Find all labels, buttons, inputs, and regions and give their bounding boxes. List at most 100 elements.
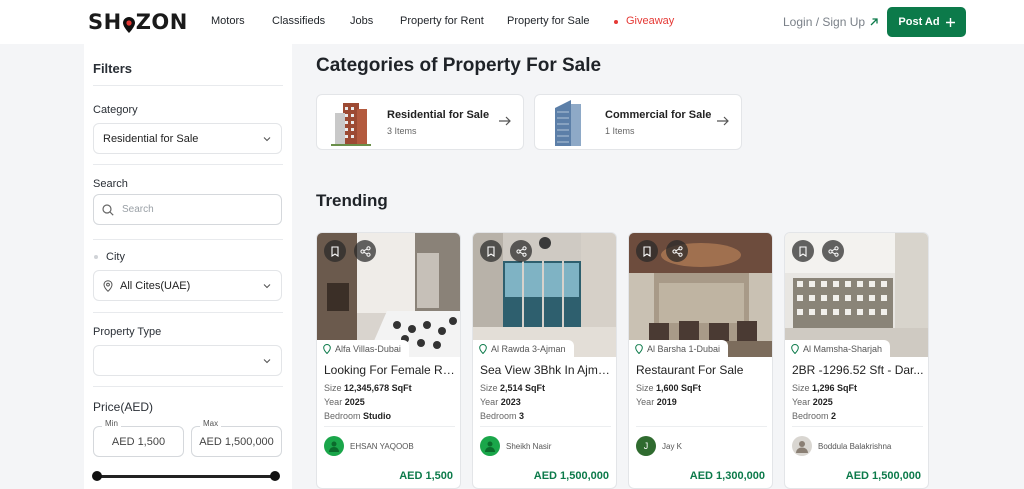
trending-title: Trending bbox=[316, 191, 388, 210]
listing-card[interactable]: Al Mamsha-Sharjah 2BR -1296.52 Sft - Dar… bbox=[784, 232, 929, 489]
seller-name: Sheikh Nasir bbox=[506, 441, 552, 451]
location-text: Alfa Villas-Dubai bbox=[335, 343, 401, 354]
category-label: Category bbox=[93, 104, 138, 116]
seller-name: EHSAN YAQOOB bbox=[350, 441, 414, 451]
listing-size: Size 12,345,678 SqFt bbox=[324, 383, 412, 393]
share-icon bbox=[671, 245, 683, 257]
nav-jobs[interactable]: Jobs bbox=[350, 15, 373, 27]
search-input[interactable]: Search bbox=[93, 194, 282, 225]
seller-info[interactable]: Sheikh Nasir bbox=[480, 436, 551, 456]
nav-classifieds[interactable]: Classifieds bbox=[272, 15, 325, 27]
share-button[interactable] bbox=[666, 240, 688, 262]
user-photo-icon bbox=[796, 441, 808, 453]
site-logo[interactable]: SH ZON bbox=[88, 10, 188, 34]
listing-size: Size 1,296 SqFt bbox=[792, 383, 858, 393]
bookmark-icon bbox=[643, 245, 651, 257]
listing-price: AED 1,500,000 bbox=[845, 470, 921, 482]
city-label: City bbox=[106, 251, 125, 263]
listing-bedroom: Bedroom Studio bbox=[324, 411, 392, 421]
bookmark-button[interactable] bbox=[792, 240, 814, 262]
post-ad-label: Post Ad bbox=[898, 16, 940, 28]
chevron-down-icon bbox=[263, 284, 271, 289]
category-count: 3 Items bbox=[387, 126, 417, 136]
listing-size: Size 2,514 SqFt bbox=[480, 383, 546, 393]
nav-motors[interactable]: Motors bbox=[211, 15, 245, 27]
location-icon bbox=[103, 279, 113, 292]
listing-card[interactable]: Alfa Villas-Dubai Looking For Female Ro.… bbox=[316, 232, 461, 489]
location-icon bbox=[635, 343, 643, 354]
listing-size: Size 1,600 SqFt bbox=[636, 383, 702, 393]
seller-info[interactable]: J Jay K bbox=[636, 436, 682, 456]
location-tag: Alfa Villas-Dubai bbox=[317, 340, 409, 357]
share-icon bbox=[827, 245, 839, 257]
divider bbox=[93, 386, 283, 387]
seller-info[interactable]: Boddula Balakrishna bbox=[792, 436, 891, 456]
arrow-right-icon bbox=[717, 116, 729, 126]
bookmark-button[interactable] bbox=[324, 240, 346, 262]
arrow-up-right-icon bbox=[870, 18, 878, 26]
share-button[interactable] bbox=[354, 240, 376, 262]
share-icon bbox=[359, 245, 371, 257]
arrow-right-icon bbox=[499, 116, 511, 126]
search-placeholder: Search bbox=[122, 204, 154, 215]
commercial-tower-icon bbox=[555, 100, 581, 146]
login-signup-link[interactable]: Login / Sign Up bbox=[783, 15, 879, 29]
property-type-select[interactable] bbox=[93, 345, 282, 376]
city-select[interactable]: All Cites(UAE) bbox=[93, 270, 282, 301]
city-dot-icon bbox=[94, 255, 98, 259]
divider bbox=[636, 426, 767, 427]
price-slider-max-handle[interactable] bbox=[270, 471, 280, 481]
listing-title[interactable]: Restaurant For Sale bbox=[636, 363, 768, 377]
filters-sidebar: Filters Category Residential for Sale Se… bbox=[84, 44, 292, 489]
listing-card[interactable]: Al Barsha 1-Dubai Restaurant For Sale Si… bbox=[628, 232, 773, 489]
listing-card[interactable]: Al Rawda 3-Ajman Sea View 3Bhk In Ajma..… bbox=[472, 232, 617, 489]
location-text: Al Barsha 1-Dubai bbox=[647, 343, 721, 354]
share-icon bbox=[515, 245, 527, 257]
category-card-commercial[interactable]: Commercial for Sale 1 Items bbox=[534, 94, 742, 150]
listing-title[interactable]: 2BR -1296.52 Sft - Dar... bbox=[792, 363, 924, 377]
seller-name: Jay K bbox=[662, 441, 683, 451]
divider bbox=[480, 426, 611, 427]
category-card-residential[interactable]: Residential for Sale 3 Items bbox=[316, 94, 524, 150]
location-icon bbox=[323, 343, 331, 354]
listing-bedroom: Bedroom 3 bbox=[480, 411, 525, 421]
location-tag: Al Mamsha-Sharjah bbox=[785, 340, 891, 357]
chevron-down-icon bbox=[263, 137, 271, 142]
nav-giveaway[interactable]: Giveaway bbox=[626, 15, 674, 27]
price-label: Price(AED) bbox=[93, 400, 154, 414]
nav-property-for-rent[interactable]: Property for Rent bbox=[400, 15, 484, 27]
property-type-label: Property Type bbox=[93, 326, 162, 338]
location-tag: Al Rawda 3-Ajman bbox=[473, 340, 574, 357]
location-tag: Al Barsha 1-Dubai bbox=[629, 340, 729, 357]
avatar: J bbox=[636, 436, 656, 456]
avatar-initial: J bbox=[643, 441, 649, 451]
seller-info[interactable]: EHSAN YAQOOB bbox=[324, 436, 414, 456]
bookmark-button[interactable] bbox=[480, 240, 502, 262]
price-slider-track[interactable] bbox=[97, 475, 275, 478]
listing-title[interactable]: Looking For Female Ro... bbox=[324, 363, 456, 377]
divider bbox=[93, 239, 283, 240]
user-icon bbox=[329, 441, 339, 452]
top-header: SH ZON Motors Classifieds Jobs Property … bbox=[0, 0, 1024, 44]
location-pin-icon bbox=[122, 14, 135, 33]
avatar bbox=[792, 436, 812, 456]
max-price-input[interactable]: Max AED 1,500,000 bbox=[191, 419, 282, 457]
bookmark-button[interactable] bbox=[636, 240, 658, 262]
post-ad-button[interactable]: Post Ad bbox=[887, 7, 966, 37]
categories-title: Categories of Property For Sale bbox=[316, 55, 602, 76]
category-select[interactable]: Residential for Sale bbox=[93, 123, 282, 154]
listing-title[interactable]: Sea View 3Bhk In Ajma... bbox=[480, 363, 612, 377]
category-name: Commercial for Sale bbox=[605, 109, 712, 121]
city-value: All Cites(UAE) bbox=[120, 279, 191, 292]
share-button[interactable] bbox=[510, 240, 532, 262]
nav-property-for-sale[interactable]: Property for Sale bbox=[507, 15, 590, 27]
seller-name: Boddula Balakrishna bbox=[818, 441, 892, 451]
min-price-input[interactable]: Min AED 1,500 bbox=[93, 419, 184, 457]
search-label: Search bbox=[93, 178, 128, 190]
category-count: 1 Items bbox=[605, 126, 635, 136]
price-slider-min-handle[interactable] bbox=[92, 471, 102, 481]
plus-icon bbox=[945, 17, 955, 27]
share-button[interactable] bbox=[822, 240, 844, 262]
listing-price: AED 1,500,000 bbox=[533, 470, 609, 482]
max-price-value: AED 1,500,000 bbox=[199, 435, 274, 448]
